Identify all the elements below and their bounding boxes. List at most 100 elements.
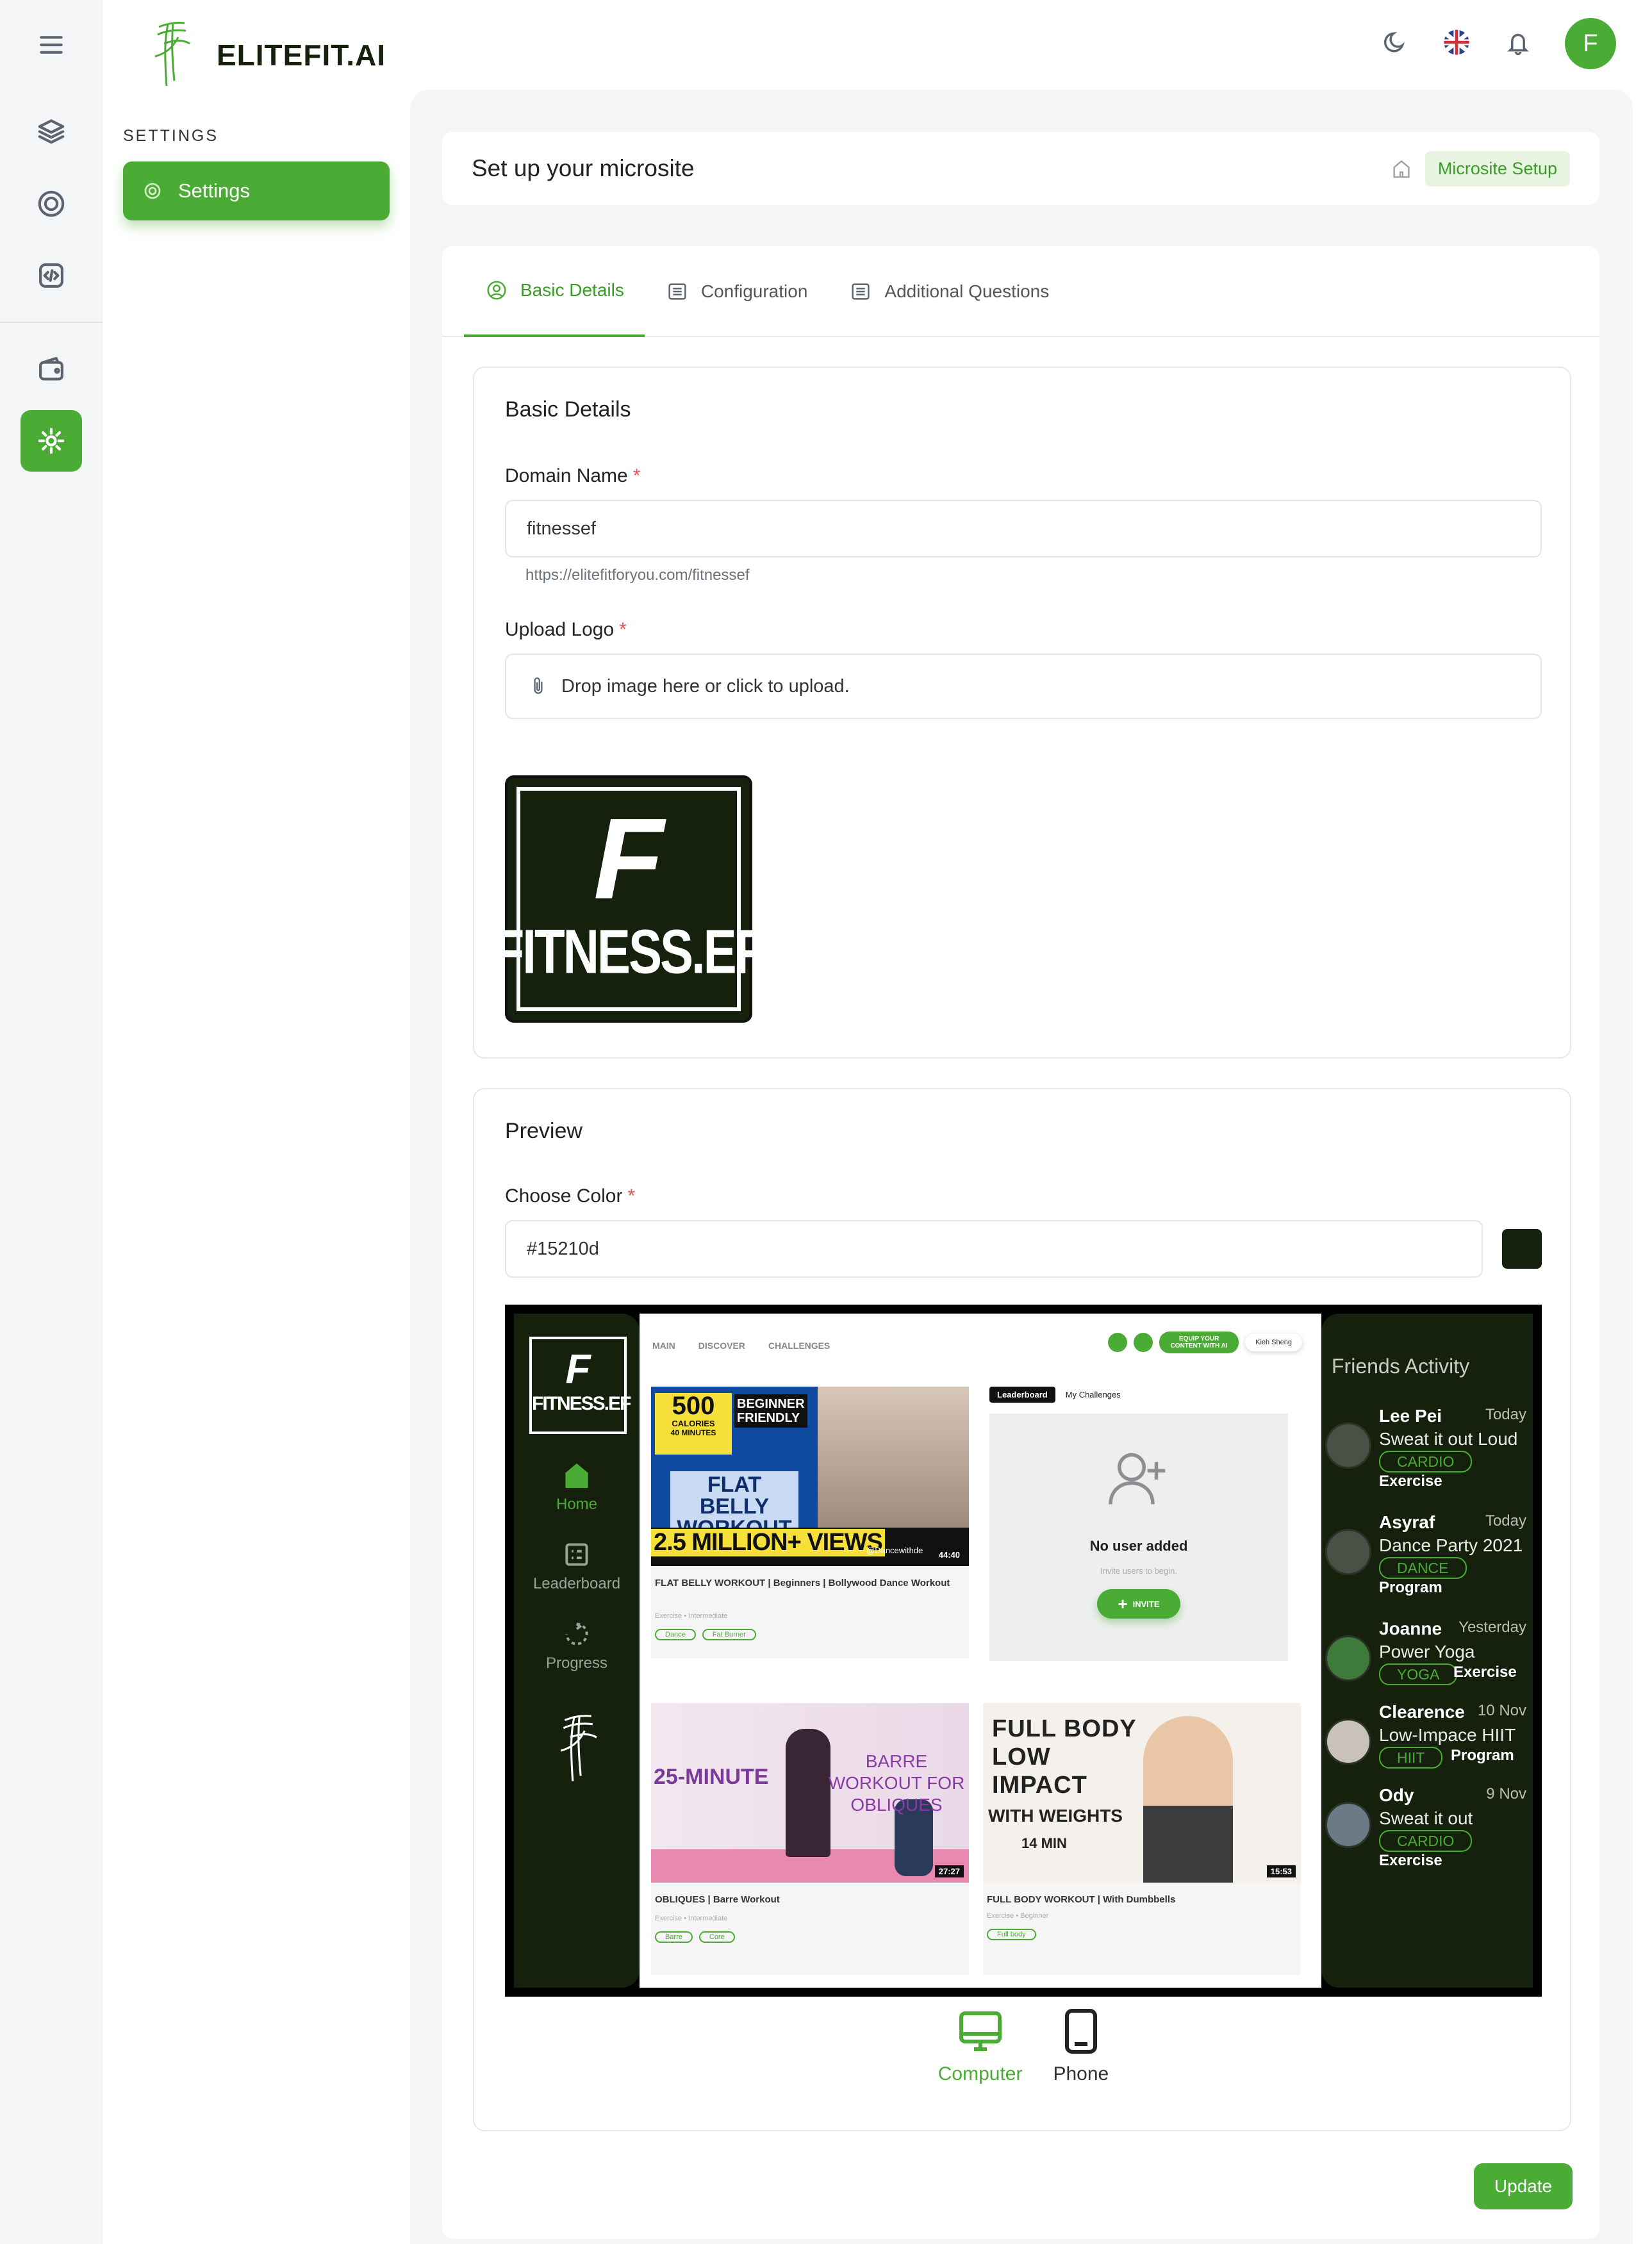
device-toggle: Computer Phone: [474, 2006, 1573, 2085]
preview-tab-main[interactable]: MAIN: [652, 1341, 675, 1351]
video-duration: 44:40: [934, 1549, 964, 1561]
friend-activity-item[interactable]: Clearence 10 Nov Low-Impace HIIT HIIT Pr…: [1325, 1702, 1529, 1792]
code-icon[interactable]: [21, 245, 82, 306]
friend-avatar: [1325, 1529, 1371, 1575]
preview-bell-icon[interactable]: [1134, 1333, 1153, 1352]
friend-category: Program: [1451, 1747, 1514, 1764]
uk-flag-icon[interactable]: [1442, 28, 1471, 60]
color-swatch[interactable]: [1502, 1229, 1542, 1269]
friend-date: Yesterday: [1458, 1619, 1526, 1636]
preview-tabs: MAIN DISCOVER CHALLENGES: [652, 1341, 830, 1351]
dark-mode-icon[interactable]: [1380, 28, 1410, 60]
video-card[interactable]: FULL BODY LOW IMPACT WITH WEIGHTS 14 MIN…: [983, 1703, 1301, 1975]
color-value: #15210d: [527, 1238, 599, 1259]
tab-bar: Basic Details Configuration Additional Q…: [442, 246, 1599, 337]
video-duration: 27:27: [934, 1865, 964, 1877]
basic-details-panel: Basic Details Domain Name * fitnessef htt…: [473, 367, 1571, 1059]
friends-title: Friends Activity: [1332, 1355, 1470, 1378]
main-area: Set up your microsite Microsite Setup Ba…: [410, 90, 1633, 2244]
friends-activity-panel: Friends Activity Lee Pei Today Sweat it …: [1321, 1314, 1533, 1988]
invite-label: INVITE: [1132, 1599, 1160, 1609]
thumb-title: FULL BODY LOW IMPACT: [992, 1715, 1137, 1799]
leaderboard-tabs: Leaderboard My Challenges: [989, 1387, 1300, 1403]
brand[interactable]: ELITEFIT.AI: [140, 18, 386, 92]
video-title: OBLIQUES | Barre Workout: [655, 1894, 780, 1905]
menu-icon[interactable]: [21, 14, 82, 76]
preview-nav-leaderboard[interactable]: Leaderboard: [514, 1538, 640, 1593]
home-icon[interactable]: [1389, 156, 1414, 181]
user-circle-icon: [487, 281, 506, 300]
thumb-right-text: BARRE WORKOUT FOR OBLIQUES: [828, 1751, 965, 1815]
preview-equip-button[interactable]: EQUIP YOUR CONTENT WITH AI: [1159, 1332, 1239, 1353]
preview-search-icon[interactable]: [1108, 1333, 1128, 1352]
video-card[interactable]: 500 CALORIES 40 MINUTES BEGINNER FRIENDL…: [651, 1387, 969, 1658]
icon-rail: [0, 0, 103, 2244]
preview-tab-discover[interactable]: DISCOVER: [698, 1341, 745, 1351]
thumb-subtitle: WITH WEIGHTS: [988, 1806, 1123, 1826]
bell-icon[interactable]: [1503, 28, 1533, 60]
friend-category: Program: [1379, 1579, 1442, 1596]
color-label: Choose Color *: [505, 1185, 635, 1207]
tab-additional-questions[interactable]: Additional Questions: [828, 246, 1070, 337]
my-challenges-tab[interactable]: My Challenges: [1066, 1390, 1121, 1399]
color-input[interactable]: #15210d: [505, 1220, 1483, 1278]
leaderboard-tab[interactable]: Leaderboard: [989, 1387, 1055, 1403]
video-card[interactable]: 25-MINUTE BARRE WORKOUT FOR OBLIQUES 27:…: [651, 1703, 969, 1975]
friend-date: 9 Nov: [1486, 1785, 1526, 1803]
preview-nav-label: Leaderboard: [533, 1575, 621, 1592]
friend-date: Today: [1485, 1512, 1526, 1530]
leaderboard-icon: [565, 1543, 588, 1566]
preview-topbar: EQUIP YOUR CONTENT WITH AI Kieh Sheng: [1108, 1332, 1302, 1353]
invite-button[interactable]: + INVITE: [1097, 1589, 1180, 1619]
target-icon[interactable]: [21, 173, 82, 235]
friend-activity-item[interactable]: Ody 9 Nov Sweat it out CARDIO Exercise: [1325, 1785, 1529, 1875]
thumb-calories-box: 500 CALORIES 40 MINUTES: [655, 1393, 732, 1455]
device-computer-button[interactable]: Computer: [938, 2006, 1023, 2085]
wallet-icon[interactable]: [21, 338, 82, 400]
layers-icon[interactable]: [21, 100, 82, 161]
color-label-text: Choose Color: [505, 1185, 623, 1207]
friend-activity-item[interactable]: Joanne Yesterday Power Yoga YOGA Exercis…: [1325, 1619, 1529, 1708]
video-tag[interactable]: Dance: [655, 1629, 696, 1640]
required-mark: *: [627, 1185, 636, 1207]
friend-activity: Dance Party 2021: [1379, 1535, 1523, 1555]
tab-configuration[interactable]: Configuration: [645, 246, 829, 337]
update-button[interactable]: Update: [1474, 2163, 1573, 2209]
progress-icon: [565, 1622, 588, 1646]
video-duration: 15:53: [1266, 1865, 1296, 1877]
friend-avatar: [1325, 1719, 1371, 1765]
section-title: Basic Details: [505, 397, 631, 422]
thumb-left-text: 25-MINUTE: [654, 1765, 769, 1789]
preview-nav-label: Home: [556, 1496, 598, 1513]
domain-input[interactable]: fitnessef: [505, 500, 1542, 557]
video-tag[interactable]: Barre: [655, 1931, 693, 1943]
video-tag[interactable]: Fat Burner: [702, 1629, 756, 1640]
logo-preview: F FITNESS.EF: [494, 775, 765, 1023]
monitor-icon: [959, 2011, 1002, 2051]
video-tag[interactable]: Core: [698, 1931, 735, 1943]
logo-upload-dropzone[interactable]: Drop image here or click to upload.: [505, 654, 1542, 719]
upload-logo-label-text: Upload Logo: [505, 619, 615, 640]
preview-user-menu[interactable]: Kieh Sheng: [1245, 1333, 1302, 1351]
preview-nav-progress[interactable]: Progress: [514, 1617, 640, 1672]
upload-text: Drop image here or click to upload.: [561, 675, 850, 697]
empty-subtitle: Invite users to begin.: [1100, 1566, 1177, 1576]
settings-icon[interactable]: [21, 410, 82, 472]
preview-nav-home[interactable]: Home: [514, 1458, 640, 1514]
video-tags: Dance Fat Burner: [655, 1629, 756, 1640]
microsite-preview: F FITNESS.EF Home Leaderboard Progress M…: [505, 1305, 1542, 1997]
video-tag[interactable]: Full body: [987, 1929, 1036, 1940]
friend-activity: Sweat it out Loud: [1379, 1429, 1518, 1449]
friend-activity-item[interactable]: Asyraf Today Dance Party 2021 DANCE Prog…: [1325, 1512, 1529, 1602]
upload-logo-label: Upload Logo *: [505, 619, 627, 641]
sidebar-item-label: Settings: [178, 179, 251, 202]
avatar[interactable]: F: [1565, 18, 1616, 69]
topbar: F: [1380, 18, 1616, 69]
preview-tab-challenges[interactable]: CHALLENGES: [768, 1341, 830, 1351]
thumb-badge: BEGINNER FRIENDLY: [734, 1394, 807, 1428]
sidebar-item-settings[interactable]: Settings: [123, 161, 390, 220]
tab-basic-details[interactable]: Basic Details: [464, 246, 645, 337]
device-label: Computer: [938, 2063, 1023, 2084]
device-phone-button[interactable]: Phone: [1053, 2006, 1109, 2085]
friend-activity-item[interactable]: Lee Pei Today Sweat it out Loud CARDIO E…: [1325, 1406, 1529, 1496]
